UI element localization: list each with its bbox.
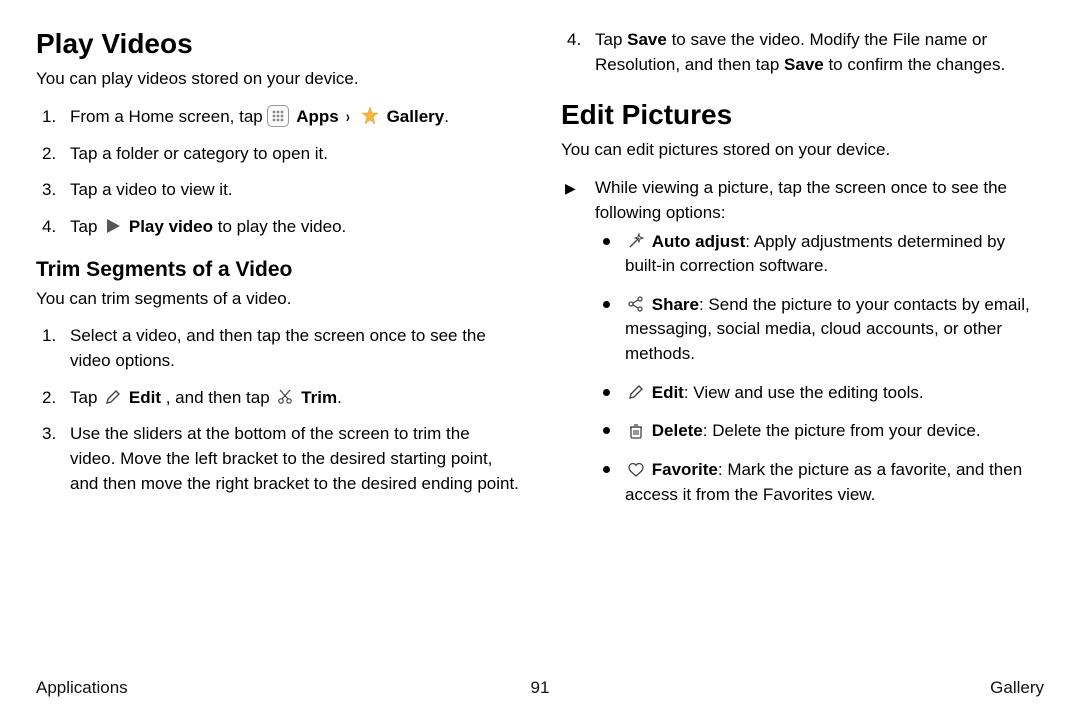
apps-label: Apps (296, 107, 339, 126)
delete-label: Delete (652, 421, 703, 440)
trim-step-1: Select a video, and then tap the screen … (36, 324, 519, 373)
option-delete: Delete: Delete the picture from your dev… (595, 419, 1044, 444)
chevron-right-icon: › (346, 105, 350, 130)
trim-step-3: Use the sliders at the bottom of the scr… (36, 422, 519, 496)
save-step-continued: Tap Save to save the video. Modify the F… (561, 28, 1044, 77)
left-column: Play Videos You can play videos stored o… (36, 28, 519, 668)
heading-edit-pictures: Edit Pictures (561, 99, 1044, 131)
play-video-label: Play video (129, 217, 213, 236)
save-step-4: Tap Save to save the video. Modify the F… (561, 28, 1044, 77)
heading-play-videos: Play Videos (36, 28, 519, 60)
edit-label: Edit (129, 388, 161, 407)
trim-intro: You can trim segments of a video. (36, 288, 519, 311)
option-edit: Edit: View and use the editing tools. (595, 381, 1044, 406)
right-column: Tap Save to save the video. Modify the F… (561, 28, 1044, 668)
edit-icon (104, 388, 122, 406)
edit-option-label: Edit (652, 383, 684, 402)
step-1: From a Home screen, tap Apps › Gallery. (36, 105, 519, 130)
play-videos-intro: You can play videos stored on your devic… (36, 68, 519, 91)
trim-icon (276, 388, 294, 406)
gallery-icon (360, 106, 380, 126)
option-auto-adjust: Auto adjust: Apply adjustments determine… (595, 230, 1044, 279)
share-icon (627, 295, 645, 313)
play-video-icon (104, 217, 122, 235)
favorite-label: Favorite (652, 460, 718, 479)
arrow-item: While viewing a picture, tap the screen … (561, 176, 1044, 507)
save-label-2: Save (784, 55, 824, 74)
heading-trim-segments: Trim Segments of a Video (36, 258, 519, 282)
page-number: 91 (531, 678, 550, 698)
trim-step-2: Tap Edit , and then tap Trim. (36, 386, 519, 411)
trim-steps: Select a video, and then tap the screen … (36, 324, 519, 496)
apps-icon (267, 105, 289, 127)
play-videos-steps: From a Home screen, tap Apps › Gallery. (36, 105, 519, 240)
auto-adjust-label: Auto adjust (652, 232, 746, 251)
edit-options-list: Auto adjust: Apply adjustments determine… (595, 230, 1044, 508)
step-4: Tap Play video to play the video. (36, 215, 519, 240)
footer-left: Applications (36, 678, 128, 698)
edit-pictures-intro: You can edit pictures stored on your dev… (561, 139, 1044, 162)
save-label-1: Save (627, 30, 667, 49)
favorite-icon (627, 461, 645, 479)
step-2: Tap a folder or category to open it. (36, 142, 519, 167)
edit-icon (627, 383, 645, 401)
trim-label: Trim (301, 388, 337, 407)
step-3: Tap a video to view it. (36, 178, 519, 203)
option-share: Share: Send the picture to your contacts… (595, 293, 1044, 367)
option-favorite: Favorite: Mark the picture as a favorite… (595, 458, 1044, 507)
delete-icon (627, 422, 645, 440)
edit-pictures-arrow-list: While viewing a picture, tap the screen … (561, 176, 1044, 507)
share-label: Share (652, 295, 699, 314)
page-footer: Applications 91 Gallery (36, 678, 1044, 698)
auto-adjust-icon (627, 232, 645, 250)
gallery-label: Gallery (387, 107, 445, 126)
footer-right: Gallery (990, 678, 1044, 698)
